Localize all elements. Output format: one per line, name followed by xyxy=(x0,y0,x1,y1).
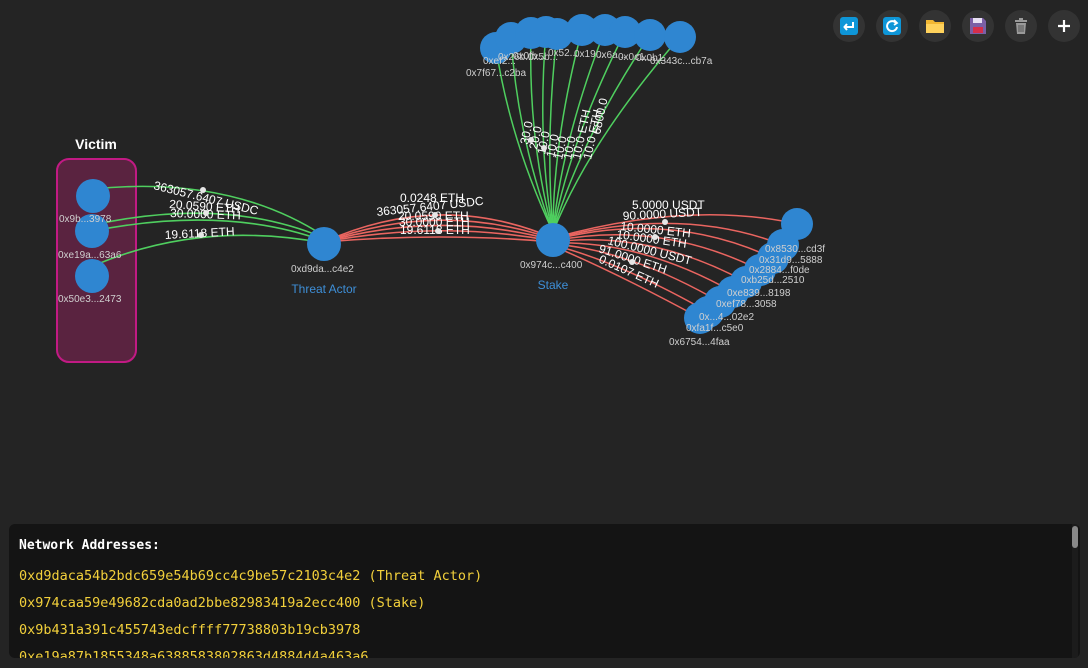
node-label-r6: 0xef78...3058 xyxy=(716,299,777,310)
save-button[interactable] xyxy=(962,10,994,42)
edge-label-ta-st-4: 19.6118 ETH xyxy=(400,223,470,237)
node-t8[interactable] xyxy=(634,19,666,51)
panel-scrollbar[interactable] xyxy=(1072,524,1078,658)
node-label-v1: 0x9b...3978 xyxy=(59,214,112,225)
panel-scrollbar-thumb[interactable] xyxy=(1072,526,1078,548)
node-v3[interactable] xyxy=(75,259,109,293)
node-label-v2: 0xe19a...63a6 xyxy=(58,250,122,261)
role-label-threat-actor: Threat Actor xyxy=(291,282,356,296)
address-item[interactable]: 0x9b431a391c455743edcffff77738803b19cb39… xyxy=(19,617,1080,644)
node-label-st: 0x974c...c400 xyxy=(520,260,583,271)
address-item[interactable]: 0xe19a87b1855348a6388583802863d4884d4a46… xyxy=(19,644,1080,658)
node-label-ta: 0xd9da...c4e2 xyxy=(291,264,354,275)
node-label-r4: 0xb25d...2510 xyxy=(741,275,805,286)
node-v1[interactable] xyxy=(76,179,110,213)
node-label-r5: 0xe839...8198 xyxy=(727,288,791,299)
save-icon xyxy=(970,18,986,34)
node-label-t-left: 0x7f67...c2ba xyxy=(466,68,526,79)
refresh-icon xyxy=(883,17,901,35)
node-t9[interactable] xyxy=(664,21,696,53)
victim-group-label: Victim xyxy=(75,136,117,152)
undo-icon xyxy=(840,17,858,35)
address-list: 0xd9daca54b2bdc659e54b69cc4c9be57c2103c4… xyxy=(19,563,1080,658)
delete-button[interactable] xyxy=(1005,10,1037,42)
network-graph[interactable]: Victim 363057.6407 USDC 20.0590 ETH 30.0… xyxy=(0,0,1088,520)
undo-button[interactable] xyxy=(833,10,865,42)
open-folder-button[interactable] xyxy=(919,10,951,42)
role-label-stake: Stake xyxy=(538,278,569,292)
network-addresses-panel[interactable]: Network Addresses: 0xd9daca54b2bdc659e54… xyxy=(9,524,1080,658)
plus-icon xyxy=(1058,20,1070,32)
address-item[interactable]: 0xd9daca54b2bdc659e54b69cc4c9be57c2103c4… xyxy=(19,563,1080,590)
node-label-r1: 0x8530...cd3f xyxy=(765,244,825,255)
node-st[interactable] xyxy=(536,223,570,257)
node-label-v3: 0x50e3...2473 xyxy=(58,294,122,305)
node-label-top-8: 0x0b1... xyxy=(636,53,672,64)
folder-icon xyxy=(926,20,944,33)
node-label-r9: 0x6754...4faa xyxy=(669,337,730,348)
node-label-r8: 0xfa1f...c5e0 xyxy=(686,323,744,334)
refresh-button[interactable] xyxy=(876,10,908,42)
trash-icon xyxy=(1015,18,1027,34)
address-item[interactable]: 0x974caa59e49682cda0ad2bbe82983419a2ecc4… xyxy=(19,590,1080,617)
node-label-r7: 0x...4...02e2 xyxy=(699,312,754,323)
add-button[interactable] xyxy=(1048,10,1080,42)
graph-toolbar xyxy=(833,10,1080,42)
node-ta[interactable] xyxy=(307,227,341,261)
panel-title: Network Addresses: xyxy=(19,538,160,553)
